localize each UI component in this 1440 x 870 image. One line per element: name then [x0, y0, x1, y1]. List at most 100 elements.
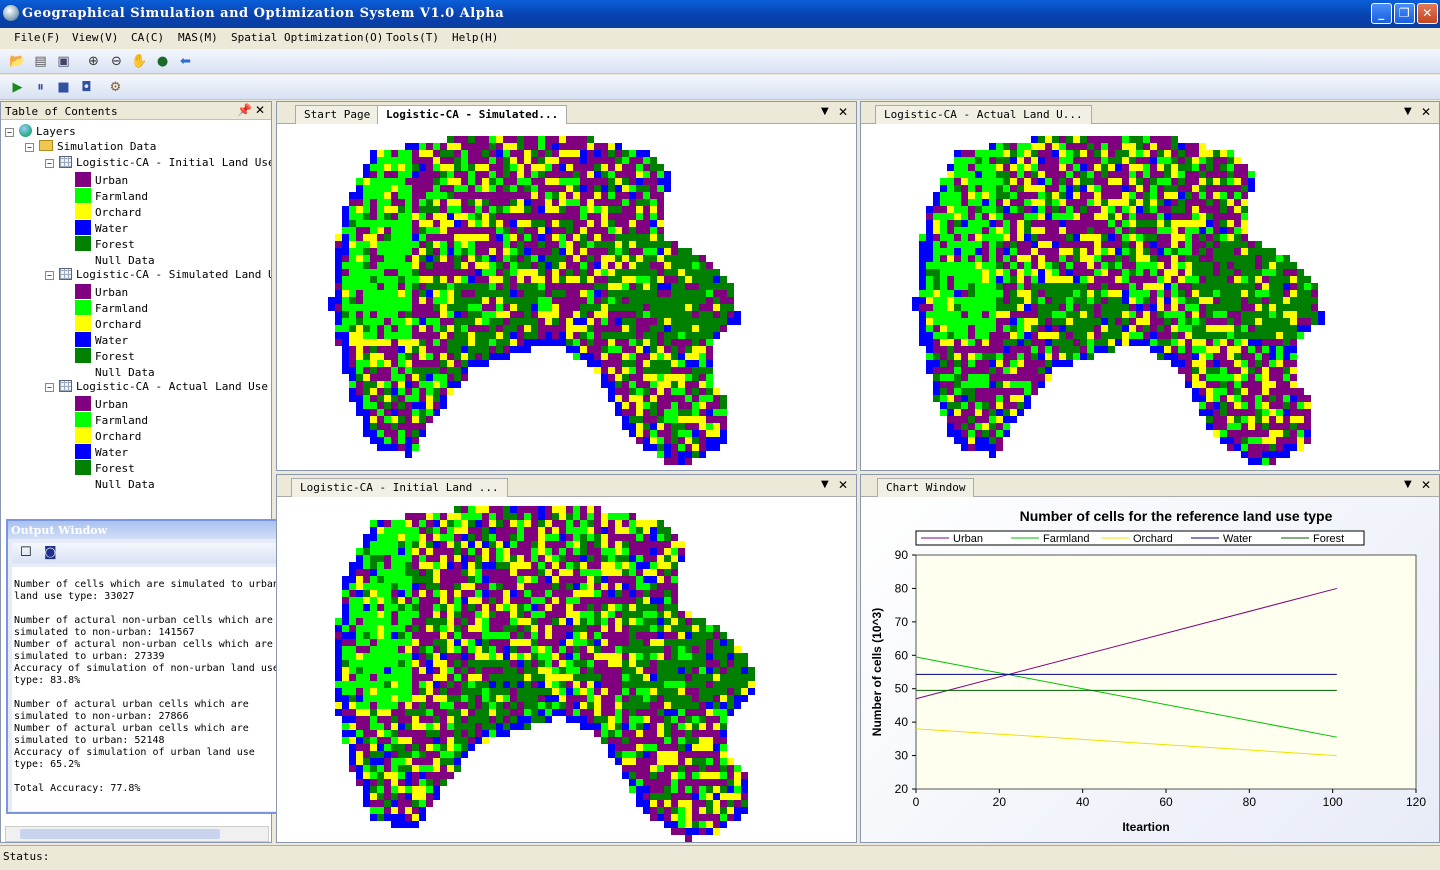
tab-initial[interactable]: Logistic-CA - Initial Land ...: [291, 478, 508, 497]
legend-label: Water: [95, 446, 129, 459]
tree-layer-0[interactable]: − Logistic-CA - Initial Land Use I: [45, 156, 271, 172]
toc-scroll-thumb[interactable]: [20, 829, 220, 839]
dropdown-icon[interactable]: ▼: [1404, 479, 1412, 490]
y-tick-label: 40: [895, 715, 909, 729]
legend-swatch: [75, 396, 91, 411]
collapse-icon[interactable]: −: [45, 383, 54, 392]
initial-map-view[interactable]: [277, 497, 856, 842]
legend-swatch: [75, 300, 91, 315]
menu-mas[interactable]: MAS(M): [178, 31, 218, 44]
full-extent-globe-icon[interactable]: ●: [154, 53, 171, 70]
actual-map-view[interactable]: [861, 124, 1439, 470]
raster-grid-icon: [59, 156, 72, 168]
menu-spatial-optimization[interactable]: Spatial Optimization(O): [231, 31, 383, 44]
tree-layer-1[interactable]: − Logistic-CA - Simulated Land Use: [45, 268, 271, 284]
legend-label: Water: [95, 334, 129, 347]
layer-name: Logistic-CA - Simulated Land Use: [76, 268, 271, 281]
toc-horizontal-scrollbar[interactable]: [5, 826, 269, 842]
minimize-button[interactable]: _: [1371, 3, 1392, 24]
legend-item-orchard: Orchard: [75, 428, 141, 444]
y-tick-label: 50: [895, 682, 909, 696]
close-tab-icon[interactable]: ✕: [1421, 105, 1431, 119]
legend-item-farmland: Farmland: [75, 412, 148, 428]
legend-item-farmland: Farmland: [75, 188, 148, 204]
zoom-out-icon[interactable]: ⊖: [108, 53, 125, 70]
title-bar: Geographical Simulation and Optimization…: [0, 0, 1440, 28]
legend-label-farmland: Farmland: [1043, 533, 1089, 545]
back-arrow-icon[interactable]: ⬅: [177, 53, 194, 70]
main-toolbar: 📂 ▤ ▣ ⊕ ⊖ ✋ ● ⬅: [0, 49, 1440, 74]
tab-simulated[interactable]: Logistic-CA - Simulated...: [377, 105, 568, 125]
legend-item-water: Water: [75, 444, 128, 460]
dropdown-icon[interactable]: ▼: [821, 106, 829, 117]
legend-item-orchard: Orchard: [75, 316, 141, 332]
menu-view[interactable]: View(V): [72, 31, 118, 44]
close-tab-icon[interactable]: ✕: [1421, 478, 1431, 492]
raster-grid-icon: [59, 380, 72, 392]
legend-label: Farmland: [95, 414, 148, 427]
legend-label-urban: Urban: [953, 533, 983, 545]
y-axis-label: Number of cells (10^3): [870, 608, 884, 736]
x-tick-label: 20: [993, 795, 1007, 809]
menu-ca[interactable]: CA(C): [131, 31, 164, 44]
legend-swatch: [75, 460, 91, 475]
x-tick-label: 40: [1076, 795, 1090, 809]
legend-swatch: [75, 252, 91, 267]
tree-root-layers[interactable]: − Layers: [5, 124, 76, 140]
open-folder-icon[interactable]: 📂: [9, 53, 26, 70]
initial-land-use-map: [335, 506, 755, 842]
play-icon[interactable]: ▶: [9, 79, 26, 96]
pin-icon[interactable]: 📌: [237, 103, 252, 117]
menu-tools[interactable]: Tools(T): [386, 31, 439, 44]
chart-title: Number of cells for the reference land u…: [1020, 508, 1333, 524]
menu-file[interactable]: File(F): [14, 31, 60, 44]
close-tab-icon[interactable]: ✕: [838, 105, 848, 119]
tree-layer-2[interactable]: − Logistic-CA - Actual Land Use In: [45, 380, 271, 396]
toc-close-icon[interactable]: ✕: [255, 103, 265, 117]
close-window-button[interactable]: ✕: [1417, 3, 1438, 24]
legend-swatch: [75, 348, 91, 363]
restore-button[interactable]: ❐: [1394, 3, 1415, 24]
legend-label: Null Data: [95, 478, 155, 491]
app-globe-icon: [3, 5, 19, 21]
tab-chart-window[interactable]: Chart Window: [877, 478, 975, 497]
export-icon[interactable]: ▣: [55, 53, 72, 70]
save-output-icon[interactable]: ◙: [44, 545, 57, 560]
pause-icon[interactable]: ⏸: [32, 79, 49, 96]
x-tick-label: 120: [1406, 795, 1426, 809]
stop-icon[interactable]: ■: [55, 79, 72, 96]
tab-actual[interactable]: Logistic-CA - Actual Land U...: [875, 105, 1092, 124]
print-icon[interactable]: ▤: [32, 53, 49, 70]
legend-label: Null Data: [95, 366, 155, 379]
menu-help[interactable]: Help(H): [452, 31, 498, 44]
legend-swatch: [75, 428, 91, 443]
clear-output-icon[interactable]: ☐: [20, 545, 32, 560]
close-tab-icon[interactable]: ✕: [838, 478, 848, 492]
legend-label: Farmland: [95, 302, 148, 315]
y-tick-label: 70: [895, 615, 909, 629]
map-panel-simulated: Start Page Logistic-CA - Simulated... ▼ …: [276, 101, 857, 471]
collapse-icon[interactable]: −: [25, 143, 34, 152]
legend-swatch: [75, 204, 91, 219]
collapse-icon[interactable]: −: [45, 159, 54, 168]
zoom-in-icon[interactable]: ⊕: [85, 53, 102, 70]
chart-window-panel: Chart Window ▼ ✕ Number of cells for the…: [860, 474, 1440, 843]
collapse-icon[interactable]: −: [5, 128, 14, 137]
dropdown-icon[interactable]: ▼: [821, 479, 829, 490]
folder-icon: [39, 140, 53, 151]
save-result-icon[interactable]: ◘: [78, 79, 95, 96]
simulated-map-view[interactable]: [277, 124, 856, 470]
menu-bar: File(F) View(V) CA(C) MAS(M) Spatial Opt…: [0, 28, 1440, 48]
legend-item-forest: Forest: [75, 236, 135, 252]
legend-item-urban: Urban: [75, 284, 128, 300]
settings-icon[interactable]: ⚙: [107, 79, 124, 96]
map-panel-actual: Logistic-CA - Actual Land U... ▼ ✕: [860, 101, 1440, 471]
collapse-icon[interactable]: −: [45, 271, 54, 280]
tree-group-simulation-data[interactable]: − Simulation Data: [25, 140, 156, 156]
legend-item-null-data: Null Data: [75, 252, 155, 268]
tab-start-page[interactable]: Start Page: [295, 105, 380, 124]
legend-item-forest: Forest: [75, 348, 135, 364]
dropdown-icon[interactable]: ▼: [1404, 106, 1412, 117]
y-tick-label: 20: [895, 782, 909, 796]
pan-hand-icon[interactable]: ✋: [131, 53, 148, 70]
